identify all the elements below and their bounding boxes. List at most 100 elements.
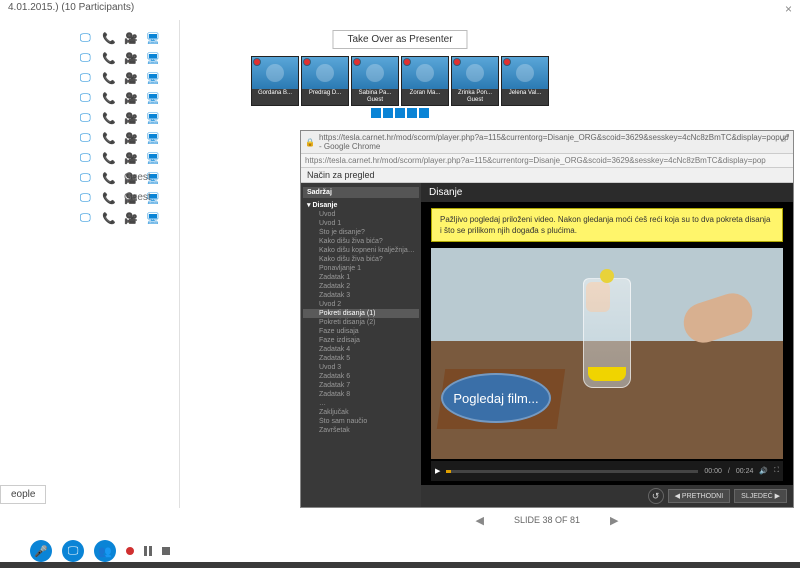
video-tile[interactable]: Predrag D...: [301, 56, 349, 106]
status-icon: 📞: [102, 172, 112, 182]
status-icon: 🖥: [146, 52, 156, 62]
participant-row[interactable]: Guest🖵📞🎥🖥: [80, 188, 179, 206]
video-tile[interactable]: Zoran Ma...: [401, 56, 449, 106]
toc-item[interactable]: Zadatak 8: [303, 390, 419, 399]
people-button[interactable]: eople: [0, 485, 46, 504]
video-tile[interactable]: Sabina Pa...Guest: [351, 56, 399, 106]
slide-next-icon[interactable]: ▶: [610, 514, 618, 527]
status-icon: 🖵: [80, 92, 90, 102]
status-icon: 🖥: [146, 112, 156, 122]
participant-row[interactable]: 🖵📞🎥🖥: [80, 48, 179, 66]
expand-icon[interactable]: ⤢: [781, 133, 789, 144]
status-icon: 🎥: [124, 72, 134, 82]
shared-content-window: ⤢ 🔒 https://tesla.carnet.hr/mod/scorm/pl…: [300, 130, 794, 508]
participants-button[interactable]: 👥: [94, 540, 116, 562]
status-icon: 🎥: [124, 92, 134, 102]
participant-label: Guest: [124, 172, 151, 183]
participant-row[interactable]: 🖵 📞 🎥 🖥: [80, 88, 179, 106]
instruction-box: Pažljivo pogledaj priloženi video. Nakon…: [431, 208, 783, 242]
participant-row[interactable]: 🖵📞🎥🖥: [80, 28, 179, 46]
mini-thumbnails: [371, 108, 429, 118]
toc-item[interactable]: …: [303, 399, 419, 408]
toc-item[interactable]: Kako dišu živa bića?: [303, 237, 419, 246]
status-icon: 🖵: [80, 52, 90, 62]
breadcrumb: Način za pregled: [301, 168, 793, 183]
window-title: 4.01.2015.) (10 Participants): [8, 2, 134, 16]
toc-item[interactable]: Kako dišu živa bića?: [303, 255, 419, 264]
participant-row[interactable]: 🖵 📞 🎥 🖥: [80, 148, 179, 166]
toc-item[interactable]: Zadatak 4: [303, 345, 419, 354]
play-icon[interactable]: ▶: [435, 467, 440, 475]
taskbar: [0, 562, 800, 568]
prev-button[interactable]: ◀ PRETHODNI: [668, 489, 731, 503]
toc-item[interactable]: Uvod 2: [303, 300, 419, 309]
video-controls[interactable]: ▶ 00:00 / 00:24 🔊 ⛶: [431, 461, 783, 481]
speech-bubble: Pogledaj film...: [441, 373, 551, 423]
toc-item[interactable]: Faze udisaja: [303, 327, 419, 336]
toc-item[interactable]: Ponavljanje 1: [303, 264, 419, 273]
participant-label: Guest: [124, 192, 151, 203]
slide-navigation[interactable]: ◀ SLIDE 38 OF 81 ▶: [300, 510, 794, 530]
status-icon: 🖥: [146, 72, 156, 82]
toc-item[interactable]: Faze izdisaja: [303, 336, 419, 345]
toc-item[interactable]: Zadatak 1: [303, 273, 419, 282]
return-icon[interactable]: ↺: [648, 488, 664, 504]
toc-item-active[interactable]: Pokreti disanja (1): [303, 309, 419, 318]
time-current: 00:00: [704, 468, 722, 475]
video-tile[interactable]: Jelena Val...: [501, 56, 549, 106]
toc-item[interactable]: Uvod 3: [303, 363, 419, 372]
volume-icon[interactable]: 🔊: [759, 467, 768, 475]
fullscreen-icon[interactable]: ⛶: [774, 467, 779, 475]
meeting-controls: 🎤 🖵 👥: [30, 540, 170, 562]
video-tile[interactable]: Zrinka Pon...Guest: [451, 56, 499, 106]
toc-item[interactable]: Kako dišu kopneni kralježnjaci?: [303, 246, 419, 255]
status-icon: 📞: [102, 112, 112, 122]
toc-item[interactable]: Zadatak 7: [303, 381, 419, 390]
video-button[interactable]: 🖵: [62, 540, 84, 562]
status-icon: 🖵: [80, 72, 90, 82]
toc-item[interactable]: Zadatak 5: [303, 354, 419, 363]
record-icon[interactable]: [126, 547, 134, 555]
toc-item[interactable]: Zaključak: [303, 408, 419, 417]
status-icon: 🖵: [80, 212, 90, 222]
stop-icon[interactable]: [162, 547, 170, 555]
toc-item[interactable]: Što sam naučio: [303, 417, 419, 426]
pause-icon[interactable]: [144, 546, 152, 556]
mic-button[interactable]: 🎤: [30, 540, 52, 562]
close-icon[interactable]: ×: [785, 2, 792, 16]
toc-item[interactable]: Uvod 1: [303, 219, 419, 228]
status-icon: 🖵: [80, 152, 90, 162]
participant-row[interactable]: 🖵📞🎥🖥: [80, 68, 179, 86]
status-icon: 🖵: [80, 32, 90, 42]
status-icon: 🖥: [146, 132, 156, 142]
content-toc[interactable]: Sadržaj▾ DisanjeUvodUvod 1Što je disanje…: [301, 183, 421, 507]
participant-row[interactable]: 🖵📞🎥🖥: [80, 108, 179, 126]
participant-row[interactable]: Guest🖵📞🎥🖥: [80, 168, 179, 186]
toc-item[interactable]: Zadatak 2: [303, 282, 419, 291]
toc-item[interactable]: Pokreti disanja (2): [303, 318, 419, 327]
toc-item[interactable]: Uvod: [303, 210, 419, 219]
browser-title: https://tesla.carnet.hr/mod/scorm/player…: [319, 133, 789, 151]
toc-item[interactable]: Zadatak 6: [303, 372, 419, 381]
status-icon: 📞: [102, 152, 112, 162]
video-participants-strip: Gordana B...Predrag D...Sabina Pa...Gues…: [251, 56, 549, 106]
participant-row[interactable]: 🖵📞🎥🖥: [80, 128, 179, 146]
seek-bar[interactable]: [446, 470, 698, 473]
status-icon: 📞: [102, 92, 112, 102]
lock-icon: 🔒: [305, 137, 315, 147]
status-icon: 📞: [102, 132, 112, 142]
status-icon: 🎥: [124, 152, 134, 162]
status-icon: 🖥: [146, 92, 156, 102]
participant-row[interactable]: 🖵📞🎥🖥: [80, 208, 179, 226]
toc-item[interactable]: Što je disanje?: [303, 228, 419, 237]
toc-item[interactable]: Zadatak 3: [303, 291, 419, 300]
slide-prev-icon[interactable]: ◀: [476, 514, 484, 527]
take-over-presenter-button[interactable]: Take Over as Presenter: [332, 30, 467, 49]
video-tile[interactable]: Gordana B...: [251, 56, 299, 106]
toc-item[interactable]: Završetak: [303, 426, 419, 435]
address-bar[interactable]: https://tesla.carnet.hr/mod/scorm/player…: [301, 154, 793, 168]
status-icon: 🖥: [146, 152, 156, 162]
video-area[interactable]: Pogledaj film...: [431, 248, 783, 459]
next-button[interactable]: SLJEDEĆ ▶: [734, 489, 787, 503]
status-icon: 🖵: [80, 132, 90, 142]
